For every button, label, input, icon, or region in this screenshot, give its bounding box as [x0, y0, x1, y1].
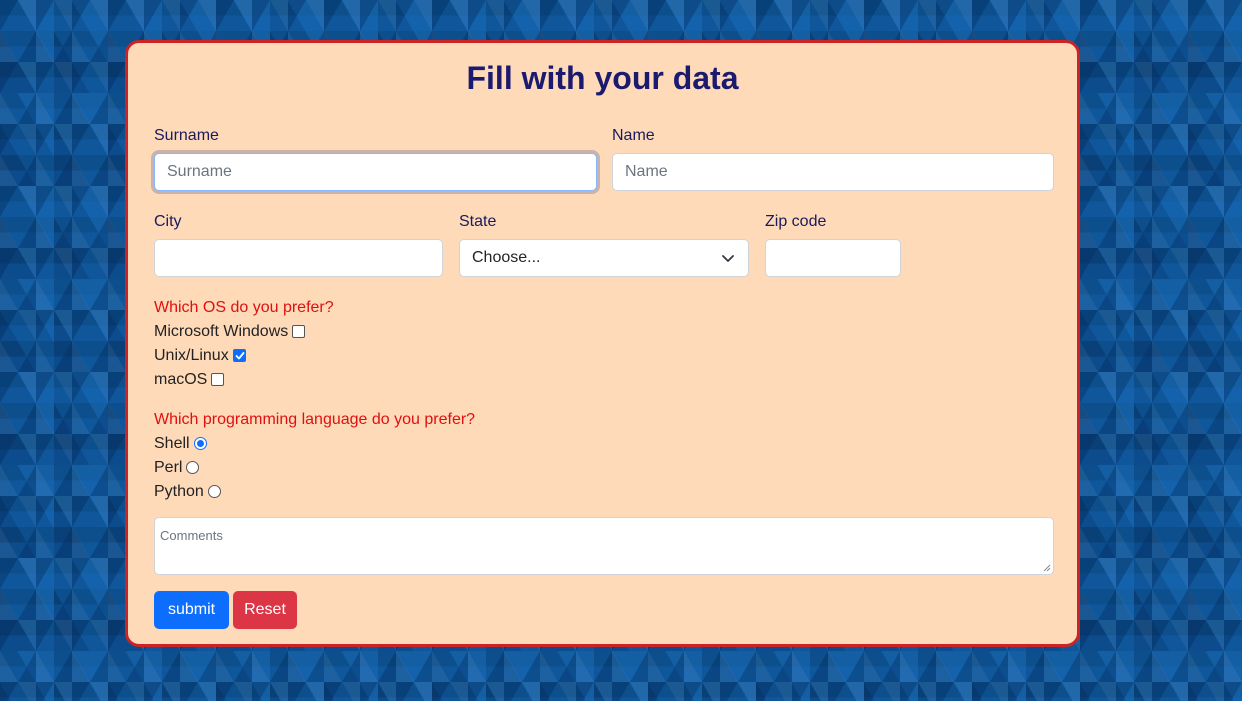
form-card: Fill with your data Surname Name City St… [125, 40, 1080, 647]
shell-radio[interactable] [193, 436, 207, 450]
name-input[interactable] [612, 153, 1054, 191]
form-title: Fill with your data [466, 60, 739, 96]
os-option-unix[interactable]: Unix/Linux [154, 345, 246, 367]
lang-option-label: Perl [154, 459, 183, 476]
os-option-macos[interactable]: macOS [154, 369, 225, 391]
lang-option-perl[interactable]: Perl [154, 457, 200, 479]
lang-option-label: Shell [154, 435, 190, 452]
city-label: City [154, 213, 182, 230]
name-label: Name [612, 127, 655, 144]
lang-question: Which programming language do you prefer… [154, 411, 476, 428]
submit-button[interactable]: submit [154, 591, 229, 629]
os-option-label: macOS [154, 371, 208, 388]
state-label: State [459, 213, 497, 230]
macos-checkbox[interactable] [211, 372, 225, 386]
lang-option-label: Python [154, 483, 204, 500]
resize-grip-icon[interactable] [1043, 564, 1051, 572]
surname-input[interactable] [154, 153, 597, 191]
zip-label: Zip code [765, 213, 827, 230]
comments-textarea[interactable]: Comments [154, 517, 1054, 575]
os-question: Which OS do you prefer? [154, 299, 334, 316]
zip-input[interactable] [765, 239, 901, 277]
lang-option-python[interactable]: Python [154, 481, 221, 503]
perl-radio[interactable] [186, 460, 200, 474]
chevron-down-icon [722, 255, 734, 262]
state-select[interactable]: Choose... [459, 239, 749, 277]
reset-button[interactable]: Reset [233, 591, 297, 629]
os-option-label: Microsoft Windows [154, 323, 289, 340]
checkmark-icon [235, 351, 245, 359]
os-option-windows[interactable]: Microsoft Windows [154, 321, 306, 343]
windows-checkbox[interactable] [292, 324, 306, 338]
surname-label: Surname [154, 127, 219, 144]
state-select-value: Choose... [472, 249, 541, 266]
unix-checkbox[interactable] [232, 348, 246, 362]
os-option-label: Unix/Linux [154, 347, 229, 364]
city-input[interactable] [154, 239, 443, 277]
python-radio[interactable] [207, 484, 221, 498]
comments-placeholder: Comments [160, 528, 223, 543]
lang-option-shell[interactable]: Shell [154, 433, 207, 455]
